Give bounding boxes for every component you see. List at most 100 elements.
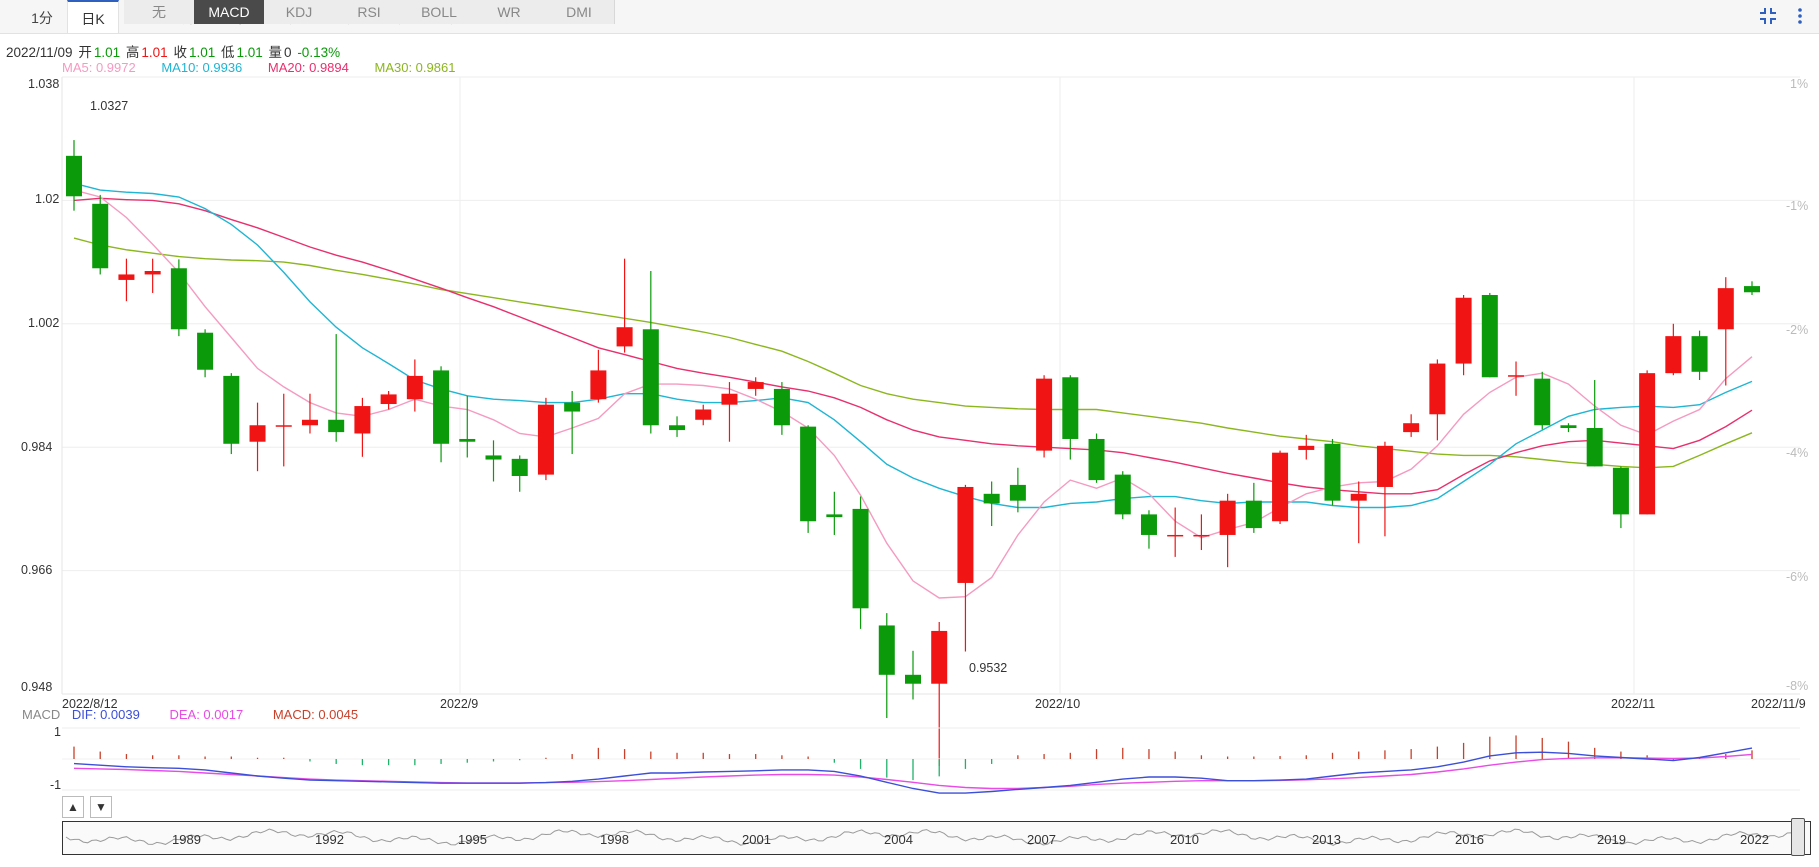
nav-year-label: 1998 [600, 832, 629, 847]
ma20-line [73, 197, 1753, 495]
scroll-up-button[interactable]: ▲ [62, 796, 84, 818]
candle-body [1114, 474, 1131, 515]
pct-tick-label: -4% [1786, 446, 1809, 460]
dif-legend: DIF: 0.0039 [71, 707, 140, 722]
candle-body [1219, 500, 1236, 535]
y-tick-label: 0.966 [21, 563, 53, 577]
candle-body [852, 508, 869, 609]
y-tick-label: 1.002 [28, 316, 60, 330]
indicator-tab-boll[interactable]: BOLL [404, 0, 475, 24]
candle-body [1665, 336, 1682, 374]
indicator-tab-kdj[interactable]: KDJ [264, 0, 335, 24]
candle-body [1167, 534, 1184, 537]
y-tick-label: 0.948 [21, 680, 53, 694]
candlestick-chart[interactable] [0, 0, 1819, 867]
indicator-tab-dmi[interactable]: DMI [544, 0, 615, 24]
x-axis-label: 2022/9 [440, 697, 479, 711]
candle-body [433, 370, 450, 444]
indicator-tab-macd[interactable]: MACD [194, 0, 265, 24]
candle-body [1088, 438, 1105, 481]
candle-body [1612, 467, 1629, 515]
x-axis-label: 2022/11 [1611, 697, 1656, 711]
candle-body [1376, 445, 1393, 487]
indicator-tab-none[interactable]: 无 [124, 0, 195, 24]
candle-body [1009, 484, 1026, 501]
pct-tick-label: -8% [1786, 679, 1809, 693]
navigator-handle[interactable] [1791, 818, 1805, 856]
nav-year-label: 1992 [315, 832, 344, 847]
candle-body [1429, 363, 1446, 415]
candle-body [800, 426, 817, 522]
macd-legend: MACD DIF: 0.0039 DEA: 0.0017 MACD: 0.004… [22, 707, 384, 722]
candle-body [957, 486, 974, 583]
y-tick-label: 1.02 [35, 192, 60, 206]
candle-body [931, 630, 948, 684]
candle-body [1036, 378, 1053, 451]
candle-body [301, 419, 318, 426]
candle-body [406, 375, 423, 400]
pct-tick-label: -2% [1786, 323, 1809, 337]
candle-body [328, 419, 345, 433]
candle-body [249, 425, 266, 442]
candle-body [354, 406, 371, 434]
candle-body [380, 394, 397, 405]
candle-body [669, 425, 686, 431]
nav-year-label: 2001 [742, 832, 771, 847]
candle-body [1744, 286, 1760, 293]
candle-body [144, 271, 161, 275]
pct-tick-label: -6% [1786, 570, 1809, 584]
candle-body [878, 625, 895, 675]
ma30-line [73, 237, 1753, 469]
candle-body [564, 402, 581, 412]
candle-body [92, 203, 109, 269]
candle-body [1586, 428, 1603, 467]
nav-year-label: 2013 [1312, 832, 1341, 847]
candle-body [1245, 500, 1262, 529]
indicator-tab-rsi[interactable]: RSI [334, 0, 405, 24]
candle-body [1298, 445, 1315, 450]
candle-body [1272, 452, 1289, 522]
candle-body [1560, 425, 1577, 429]
scroll-down-button[interactable]: ▼ [90, 796, 112, 818]
candle-body [616, 327, 633, 347]
candle-body [1481, 295, 1498, 378]
candle-body [1534, 378, 1551, 426]
y-tick-label: 0.984 [21, 440, 53, 454]
nav-year-label: 1989 [172, 832, 201, 847]
candle-body [721, 393, 738, 405]
x-axis-label: 2022/11/9 [1751, 697, 1806, 711]
candle-body [459, 438, 476, 442]
candle-body [983, 493, 1000, 504]
candle-body [1717, 288, 1734, 330]
candle-body [118, 274, 135, 280]
nav-year-label: 2019 [1597, 832, 1626, 847]
candle-body [66, 155, 82, 197]
macd-value-legend: MACD: 0.0045 [272, 707, 359, 722]
macd-title: MACD [22, 707, 61, 722]
x-axis-label: 2022/10 [1035, 697, 1081, 711]
candle-body [537, 404, 554, 475]
max-price-label: 1.0327 [90, 99, 129, 113]
candle-body [1062, 377, 1079, 439]
pct-tick-label: -1% [1786, 199, 1809, 213]
candle-body [511, 458, 528, 476]
macd-y-tick: 1 [54, 725, 61, 739]
nav-year-label: 2007 [1027, 832, 1056, 847]
indicator-tab-wr[interactable]: WR [474, 0, 545, 24]
candle-body [1193, 534, 1210, 537]
candle-body [1691, 336, 1708, 372]
candle-body [1508, 375, 1525, 377]
nav-year-label: 1995 [458, 832, 487, 847]
candle-body [1403, 423, 1420, 433]
nav-year-label: 2016 [1455, 832, 1484, 847]
candle-body [905, 674, 921, 684]
dea-legend: DEA: 0.0017 [169, 707, 244, 722]
candle-body [223, 375, 240, 444]
candle-body [1455, 297, 1472, 364]
macd-y-tick: -1 [50, 778, 62, 792]
candle-body [485, 455, 502, 460]
candle-body [695, 409, 712, 420]
y-tick-label: 1.038 [28, 77, 60, 91]
ma10-line [73, 182, 1753, 509]
min-price-label: 0.9532 [969, 661, 1008, 675]
